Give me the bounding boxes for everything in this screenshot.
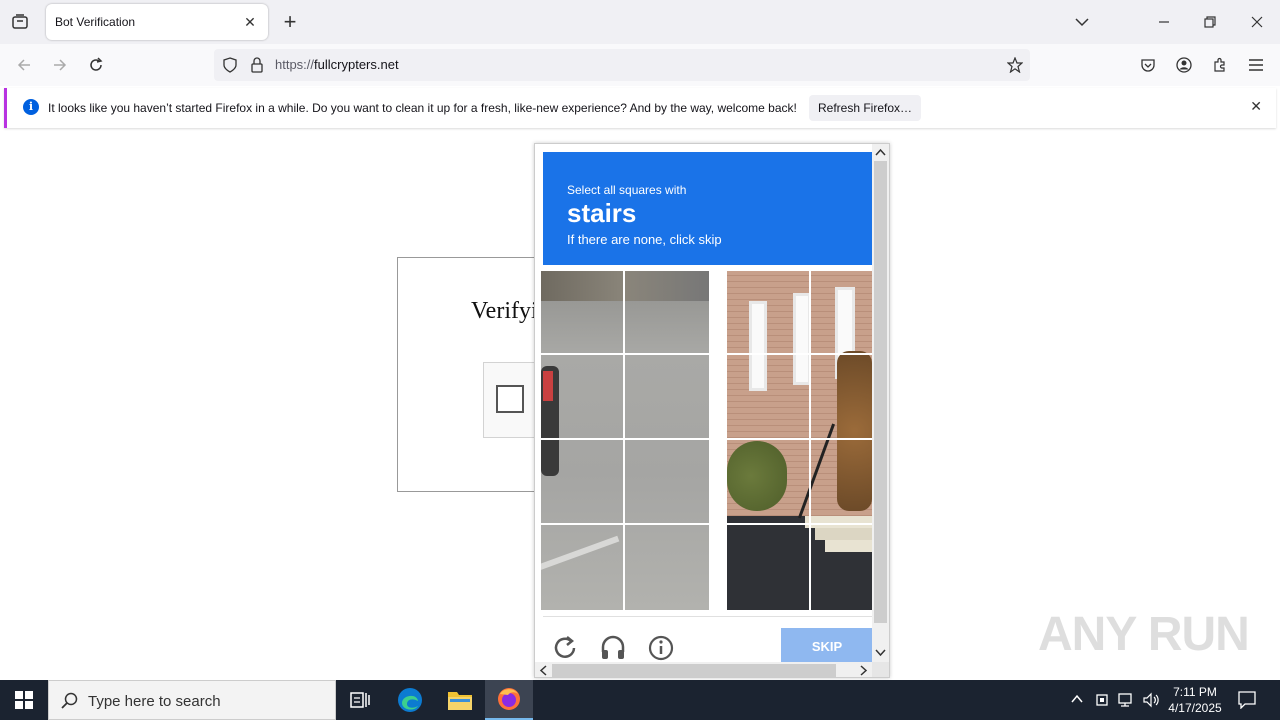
scrollbar-corner [872, 662, 889, 677]
captcha-tile[interactable] [541, 525, 625, 610]
pocket-icon[interactable] [1134, 51, 1162, 79]
search-icon [61, 692, 79, 715]
notification-bar: i It looks like you haven’t started Fire… [4, 88, 1276, 128]
menu-icon[interactable] [1242, 51, 1270, 79]
firefox-icon[interactable] [485, 680, 533, 720]
reload-icon[interactable] [82, 51, 110, 79]
shield-icon[interactable] [216, 51, 244, 79]
chevron-down-icon[interactable] [1068, 8, 1096, 36]
back-icon[interactable] [10, 51, 38, 79]
captcha-tile[interactable] [811, 525, 872, 610]
info-icon: i [23, 99, 39, 115]
taskbar-search[interactable]: Type here to search [48, 680, 336, 720]
volume-icon[interactable] [1142, 692, 1160, 713]
captcha-challenge: Select all squares with stairs If there … [534, 143, 890, 678]
search-placeholder: Type here to search [88, 693, 221, 710]
captcha-footer-divider [543, 616, 872, 617]
close-window-icon[interactable] [1243, 8, 1271, 36]
refresh-firefox-button[interactable]: Refresh Firefox… [809, 95, 921, 121]
captcha-tile[interactable] [541, 271, 625, 355]
file-explorer-icon[interactable] [436, 680, 484, 720]
network-icon[interactable] [1118, 692, 1136, 713]
info-icon[interactable] [647, 634, 675, 662]
captcha-tile[interactable] [541, 440, 625, 525]
close-notification-icon[interactable]: ✕ [1250, 98, 1262, 115]
bookmark-star-icon[interactable] [1001, 51, 1029, 79]
notifications-icon[interactable] [1238, 691, 1256, 714]
captcha-tile[interactable] [727, 355, 811, 440]
minimize-icon[interactable] [1150, 8, 1178, 36]
anyrun-watermark: ANY RUN [1038, 608, 1250, 661]
device-icon[interactable] [1094, 692, 1110, 713]
captcha-tile[interactable] [541, 355, 625, 440]
show-hidden-icons-icon[interactable] [1070, 692, 1084, 711]
extensions-icon[interactable] [1206, 51, 1234, 79]
tab-title: Bot Verification [55, 15, 136, 29]
captcha-tile[interactable] [811, 440, 872, 525]
title-bar: Bot Verification ✕ + [0, 0, 1280, 44]
clock-time: 7:11 PM [1173, 685, 1217, 699]
windows-start-icon[interactable] [0, 680, 48, 720]
refresh-icon[interactable] [551, 634, 579, 662]
captcha-tile[interactable] [625, 525, 709, 610]
url-bar[interactable]: https://fullcrypters.net [214, 49, 1030, 81]
url-text: https://fullcrypters.net [275, 57, 399, 72]
new-tab-icon[interactable]: + [276, 8, 304, 36]
captcha-tile[interactable] [727, 271, 811, 355]
captcha-skip-hint: If there are none, click skip [567, 232, 722, 247]
skip-button[interactable]: SKIP [781, 628, 873, 666]
scroll-up-icon[interactable] [874, 146, 887, 159]
captcha-tile[interactable] [811, 355, 872, 440]
captcha-tile[interactable] [625, 271, 709, 355]
headphones-icon[interactable] [599, 634, 627, 662]
captcha-target: stairs [567, 198, 637, 228]
lock-icon[interactable] [243, 51, 271, 79]
captcha-header: Select all squares with stairs If there … [543, 152, 872, 265]
captcha-tile[interactable] [625, 440, 709, 525]
scroll-left-icon[interactable] [537, 664, 550, 677]
close-tab-icon[interactable]: ✕ [240, 12, 260, 32]
captcha-tile[interactable] [727, 525, 811, 610]
captcha-tile[interactable] [727, 440, 811, 525]
edge-icon[interactable] [386, 680, 434, 720]
vertical-scrollbar-thumb[interactable] [874, 161, 887, 623]
forward-icon[interactable] [46, 51, 74, 79]
scroll-right-icon[interactable] [857, 664, 870, 677]
clock-date: 4/17/2025 [1168, 701, 1222, 715]
captcha-tile[interactable] [625, 355, 709, 440]
scroll-down-icon[interactable] [874, 646, 887, 659]
tab-list-icon[interactable] [6, 8, 34, 36]
task-view-icon[interactable] [336, 680, 384, 720]
notification-message: It looks like you haven’t started Firefo… [48, 101, 797, 115]
navigation-bar: https://fullcrypters.net [0, 44, 1280, 86]
active-tab[interactable]: Bot Verification ✕ [46, 4, 268, 40]
account-icon[interactable] [1170, 51, 1198, 79]
taskbar: Type here to search 7:11 PM 4/17/2025 [0, 680, 1280, 720]
captcha-tile[interactable] [811, 271, 872, 355]
captcha-checkbox[interactable] [496, 385, 524, 413]
restore-icon[interactable] [1196, 8, 1224, 36]
page-heading: Verifyi [471, 298, 538, 324]
captcha-instruction: Select all squares with [567, 183, 687, 197]
system-clock[interactable]: 7:11 PM 4/17/2025 [1164, 684, 1226, 716]
horizontal-scrollbar-thumb[interactable] [552, 664, 836, 677]
